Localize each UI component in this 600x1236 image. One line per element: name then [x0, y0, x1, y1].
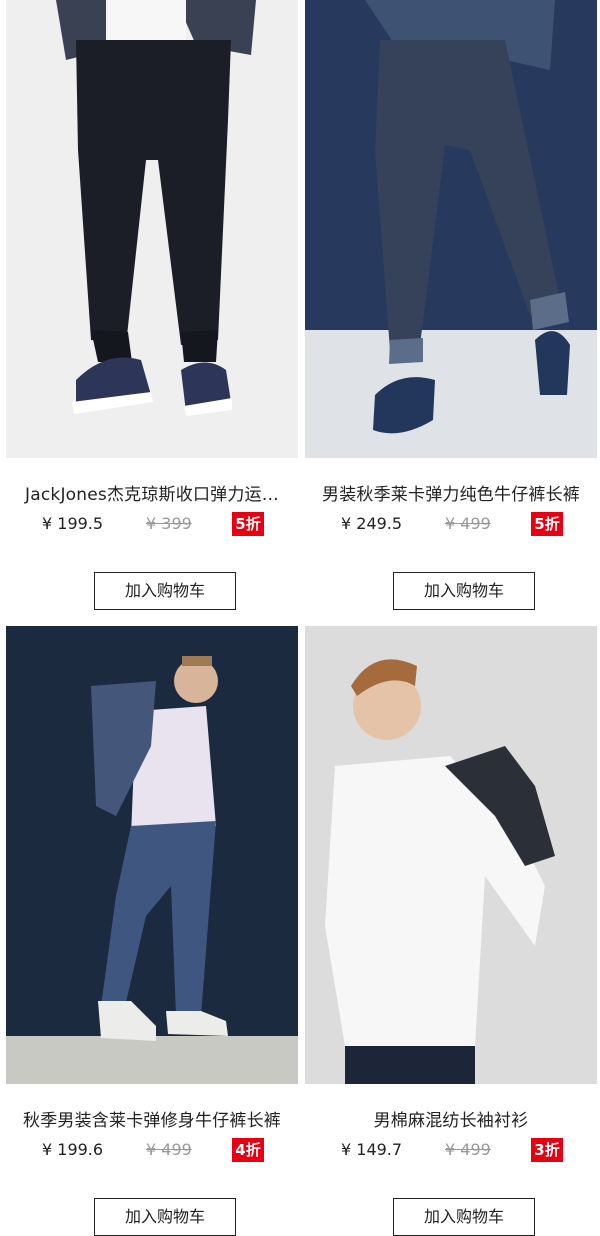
current-price: ¥ 199.5 — [42, 514, 104, 533]
current-price: ¥ 249.5 — [341, 514, 403, 533]
product-grid: JackJones杰克琼斯收口弹力运… ¥ 199.5 ¥ 399 5折 加入购… — [0, 0, 600, 1236]
original-price: ¥ 399 — [146, 514, 192, 533]
product-image-linen-shirt[interactable] — [305, 626, 597, 1084]
product-card[interactable]: 秋季男装含莱卡弹修身牛仔裤长裤 ¥ 199.6 ¥ 499 4折 加入购物车 — [6, 626, 298, 1236]
add-to-cart-button[interactable]: 加入购物车 — [94, 572, 236, 610]
add-to-cart-button[interactable]: 加入购物车 — [94, 1198, 236, 1236]
product-image-slim-jeans[interactable] — [6, 626, 298, 1084]
discount-badge: 5折 — [232, 512, 264, 536]
price-row: ¥ 149.7 ¥ 499 3折 — [305, 1138, 597, 1162]
product-title[interactable]: JackJones杰克琼斯收口弹力运… — [6, 484, 298, 506]
product-image-jogger-pants[interactable] — [6, 0, 298, 458]
price-row: ¥ 199.5 ¥ 399 5折 — [6, 512, 298, 536]
product-title[interactable]: 男棉麻混纺长袖衬衫 — [305, 1110, 597, 1132]
discount-badge: 3折 — [531, 1138, 563, 1162]
discount-badge: 5折 — [531, 512, 563, 536]
product-card[interactable]: 男棉麻混纺长袖衬衫 ¥ 149.7 ¥ 499 3折 加入购物车 — [305, 626, 597, 1236]
original-price: ¥ 499 — [445, 1140, 491, 1159]
product-card[interactable]: 男装秋季莱卡弹力纯色牛仔裤长裤 ¥ 249.5 ¥ 499 5折 加入购物车 — [305, 0, 597, 610]
original-price: ¥ 499 — [445, 514, 491, 533]
product-title[interactable]: 男装秋季莱卡弹力纯色牛仔裤长裤 — [305, 484, 597, 506]
add-to-cart-button[interactable]: 加入购物车 — [393, 572, 535, 610]
product-title[interactable]: 秋季男装含莱卡弹修身牛仔裤长裤 — [6, 1110, 298, 1132]
product-card[interactable]: JackJones杰克琼斯收口弹力运… ¥ 199.5 ¥ 399 5折 加入购… — [6, 0, 298, 610]
original-price: ¥ 499 — [146, 1140, 192, 1159]
discount-badge: 4折 — [232, 1138, 264, 1162]
price-row: ¥ 249.5 ¥ 499 5折 — [305, 512, 597, 536]
current-price: ¥ 199.6 — [42, 1140, 104, 1159]
current-price: ¥ 149.7 — [341, 1140, 403, 1159]
add-to-cart-button[interactable]: 加入购物车 — [393, 1198, 535, 1236]
product-image-denim-jeans[interactable] — [305, 0, 597, 458]
price-row: ¥ 199.6 ¥ 499 4折 — [6, 1138, 298, 1162]
